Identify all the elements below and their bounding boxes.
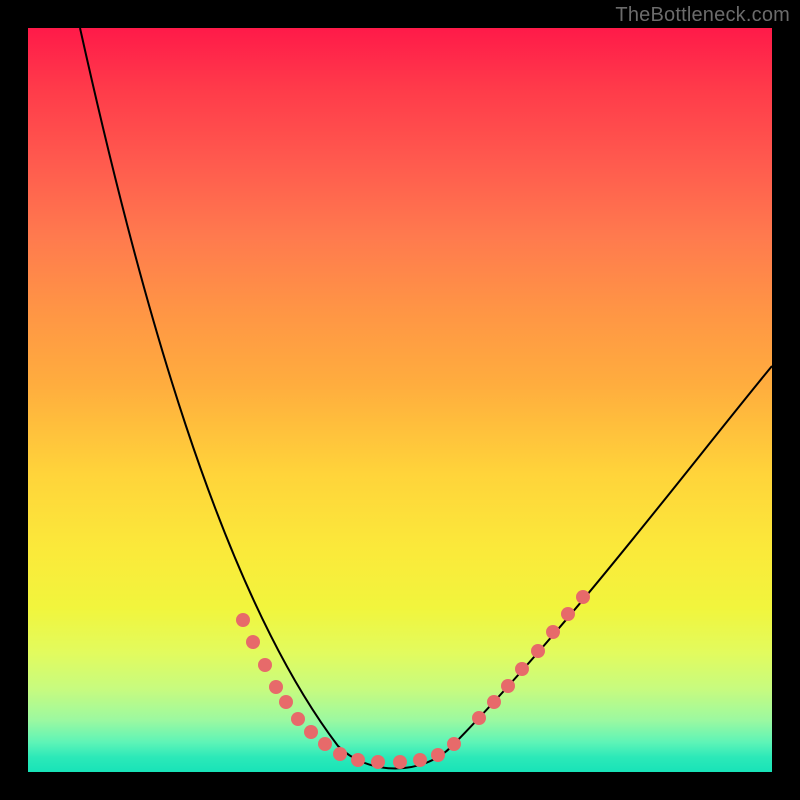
dot-right-5 (546, 625, 560, 639)
dot-left-1 (246, 635, 260, 649)
dot-right-7 (576, 590, 590, 604)
dot-left-8 (333, 747, 347, 761)
dot-right-6 (561, 607, 575, 621)
dot-left-9 (351, 753, 365, 767)
dot-right-4 (531, 644, 545, 658)
dot-right-1 (487, 695, 501, 709)
bottleneck-curve-line (80, 28, 772, 769)
dot-left-14 (447, 737, 461, 751)
dot-left-6 (304, 725, 318, 739)
chart-plot-area (28, 28, 772, 772)
dot-right-0 (472, 711, 486, 725)
dot-left-4 (279, 695, 293, 709)
dot-left-0 (236, 613, 250, 627)
dot-right-3 (515, 662, 529, 676)
watermark-text: TheBottleneck.com (615, 4, 790, 27)
dot-right-2 (501, 679, 515, 693)
dot-left-3 (269, 680, 283, 694)
dot-left-13 (431, 748, 445, 762)
dot-left-5 (291, 712, 305, 726)
dot-left-7 (318, 737, 332, 751)
dot-left-11 (393, 755, 407, 769)
chart-svg (28, 28, 772, 772)
dot-left-12 (413, 753, 427, 767)
dot-left-10 (371, 755, 385, 769)
dot-left-2 (258, 658, 272, 672)
